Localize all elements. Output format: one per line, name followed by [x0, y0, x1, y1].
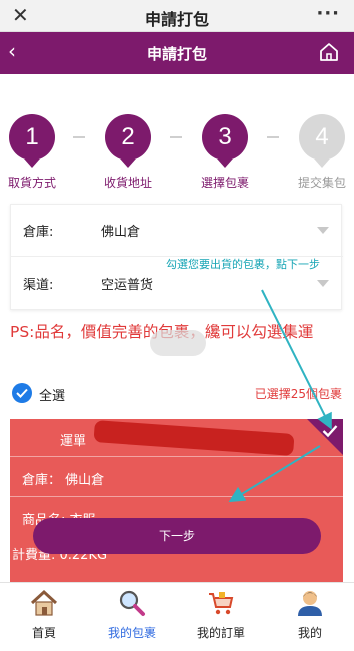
step-connector	[170, 136, 182, 138]
redaction-mark	[93, 420, 295, 456]
chevron-down-icon	[317, 280, 329, 287]
step-number: 4	[299, 114, 345, 160]
warehouse-select[interactable]: 倉庫: 佛山倉	[11, 205, 343, 257]
more-icon[interactable]: ···	[316, 3, 340, 24]
app-header: ‹ 申請打包	[0, 32, 354, 74]
parcel-tracking-row: 運單	[10, 419, 343, 457]
step-connector	[73, 136, 85, 138]
tab-label: 我的	[297, 626, 322, 640]
step-1: 1 取貨方式	[2, 114, 62, 191]
tab-label: 我的訂單	[196, 626, 245, 640]
tab-label: 我的包裹	[107, 626, 156, 640]
tab-my-orders[interactable]: 我的訂單	[177, 583, 265, 651]
wechat-bar: ✕ 申請打包 ···	[0, 0, 354, 32]
tab-me[interactable]: 我的	[266, 583, 354, 651]
step-number: 1	[9, 114, 55, 160]
step-pointer	[314, 159, 330, 168]
home-icon	[30, 589, 58, 616]
step-pointer	[24, 159, 40, 168]
chevron-down-icon	[317, 227, 329, 234]
step-4: 4 提交集包	[292, 114, 352, 191]
step-label: 取貨方式	[7, 176, 56, 190]
check-icon	[322, 425, 338, 438]
step-pointer	[120, 159, 136, 168]
warehouse-label: 倉庫:	[23, 225, 54, 240]
channel-value: 空运普货	[101, 278, 154, 293]
step-number: 2	[105, 114, 151, 160]
step-connector	[267, 136, 279, 138]
bottom-tab-bar: 首頁 我的包裹 我的訂單 我的	[0, 582, 354, 651]
parcel-warehouse: 倉庫： 佛山倉	[22, 473, 105, 488]
step-number: 3	[202, 114, 248, 160]
tracking-label: 運單	[60, 434, 87, 449]
step-label: 選擇包裹	[200, 176, 249, 190]
channel-label: 渠道:	[23, 278, 54, 293]
magnifier-icon	[119, 590, 145, 616]
main-content: 1 取貨方式 2 收貨地址 3 選擇包裹 4 提交集包 倉庫: 佛山倉 渠道: …	[0, 74, 354, 582]
warehouse-value: 佛山倉	[101, 225, 141, 240]
page-title: 申請打包	[146, 45, 207, 63]
instruction-hint: 勾選您要出貨的包裹，點下一步	[166, 258, 320, 271]
wechat-title: 申請打包	[144, 10, 209, 29]
checkbox-checked-icon	[12, 383, 32, 403]
step-3: 3 選擇包裹	[195, 114, 255, 191]
step-label: 提交集包	[297, 176, 346, 190]
arrow-to-checkbox	[261, 289, 332, 430]
user-icon	[298, 591, 322, 616]
select-all-label: 全選	[39, 389, 66, 404]
scroll-handle[interactable]	[150, 330, 206, 356]
parcel-warehouse-row: 倉庫： 佛山倉	[10, 457, 343, 497]
step-2: 2 收貨地址	[98, 114, 158, 191]
tab-home[interactable]: 首頁	[0, 583, 88, 651]
selected-count: 已選擇25個包裹	[254, 387, 342, 401]
cart-icon	[209, 592, 234, 615]
tab-my-parcels[interactable]: 我的包裹	[88, 583, 176, 651]
tab-label: 首頁	[31, 626, 56, 640]
home-icon[interactable]	[318, 41, 340, 63]
step-label: 收貨地址	[103, 176, 152, 190]
step-pointer	[217, 159, 233, 168]
next-step-button[interactable]: 下一步	[33, 518, 321, 554]
